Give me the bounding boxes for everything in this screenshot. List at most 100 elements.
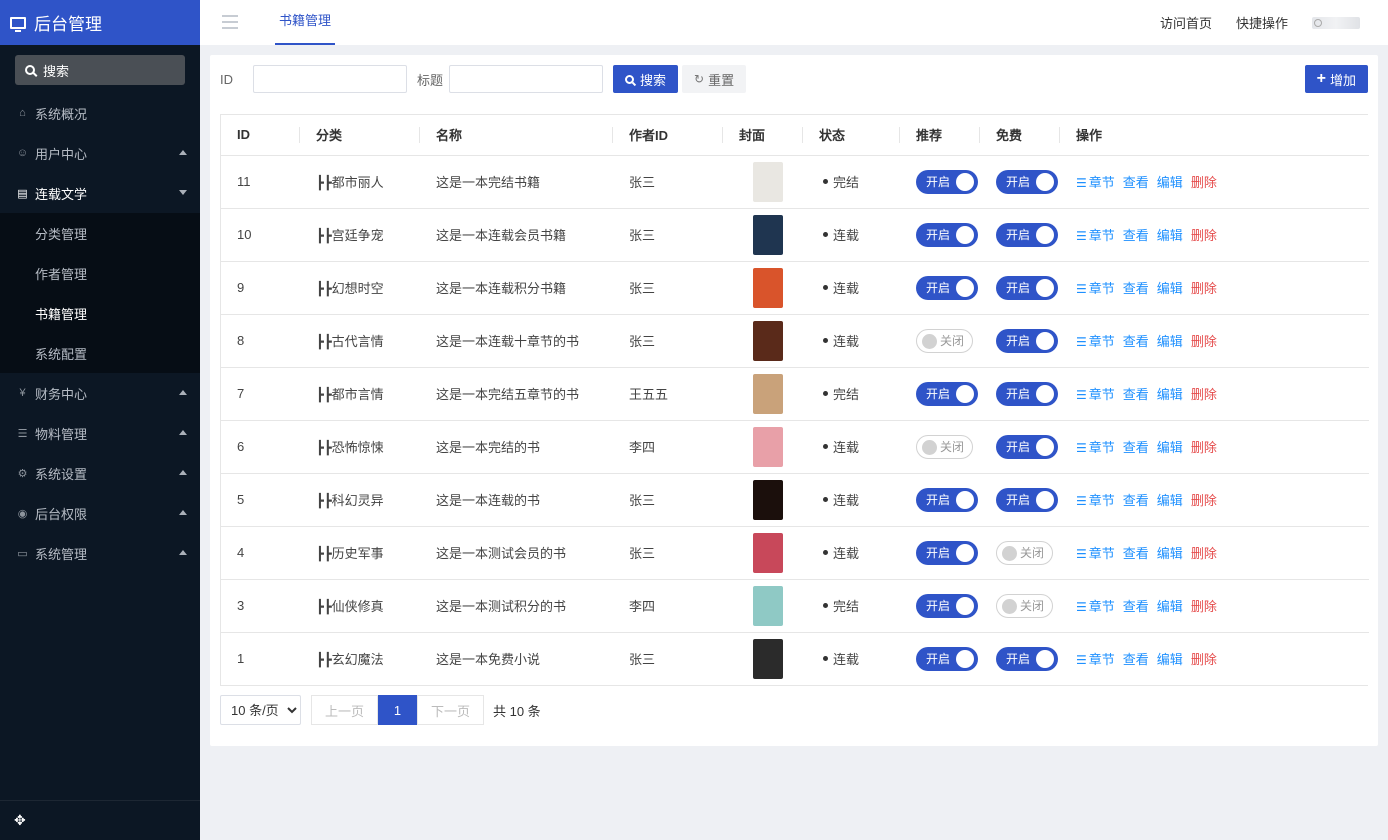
delete-link[interactable]: 删除 bbox=[1191, 546, 1217, 561]
prev-page-button[interactable]: 上一页 bbox=[311, 695, 378, 725]
recommend-switch[interactable]: 开启 bbox=[916, 222, 978, 247]
add-button[interactable]: + 增加 bbox=[1304, 65, 1368, 93]
recommend-switch[interactable]: 开启 bbox=[916, 540, 978, 565]
edit-link[interactable]: 编辑 bbox=[1157, 387, 1183, 402]
sidebar-item-serial-literature[interactable]: ▤ 连载文学 bbox=[0, 173, 200, 213]
book-cover-image[interactable] bbox=[753, 161, 783, 202]
view-link[interactable]: 查看 bbox=[1123, 387, 1149, 402]
chapter-link[interactable]: ☰ 章节 bbox=[1076, 334, 1115, 349]
chapter-link[interactable]: ☰ 章节 bbox=[1076, 387, 1115, 402]
book-cover-image[interactable] bbox=[753, 638, 783, 679]
recommend-switch[interactable]: 开启 bbox=[916, 275, 978, 300]
move-icon[interactable]: ✥ bbox=[14, 812, 26, 829]
book-cover-image[interactable] bbox=[753, 479, 783, 520]
sidebar-item-overview[interactable]: ⌂ 系统概况 bbox=[0, 93, 200, 133]
edit-link[interactable]: 编辑 bbox=[1157, 175, 1183, 190]
search-button[interactable]: 搜索 bbox=[613, 65, 679, 93]
view-link[interactable]: 查看 bbox=[1123, 334, 1149, 349]
page-number-button[interactable]: 1 bbox=[378, 695, 417, 725]
edit-link[interactable]: 编辑 bbox=[1157, 493, 1183, 508]
recommend-switch[interactable]: 开启 bbox=[916, 593, 978, 618]
book-cover-image[interactable] bbox=[753, 320, 783, 361]
book-cover-image[interactable] bbox=[753, 585, 783, 626]
free-switch[interactable]: 关闭 bbox=[996, 540, 1053, 565]
delete-link[interactable]: 删除 bbox=[1191, 228, 1217, 243]
column-header[interactable]: 操作 bbox=[1060, 115, 1369, 156]
delete-link[interactable]: 删除 bbox=[1191, 281, 1217, 296]
sidebar-item-user-center[interactable]: ☺ 用户中心 bbox=[0, 133, 200, 173]
book-cover-image[interactable] bbox=[753, 214, 783, 255]
sidebar-subitem-category[interactable]: 分类管理 bbox=[0, 213, 200, 253]
chapter-link[interactable]: ☰ 章节 bbox=[1076, 546, 1115, 561]
recommend-switch[interactable]: 开启 bbox=[916, 487, 978, 512]
column-header[interactable]: 名称 bbox=[420, 115, 613, 156]
sidebar-subitem-books[interactable]: 书籍管理 bbox=[0, 293, 200, 333]
sidebar-item-materials[interactable]: ☰ 物料管理 bbox=[0, 413, 200, 453]
column-header[interactable]: 状态 bbox=[803, 115, 900, 156]
free-switch[interactable]: 开启 bbox=[996, 275, 1058, 300]
view-link[interactable]: 查看 bbox=[1123, 599, 1149, 614]
free-switch[interactable]: 开启 bbox=[996, 328, 1058, 353]
column-header[interactable]: ID bbox=[221, 115, 300, 156]
edit-link[interactable]: 编辑 bbox=[1157, 546, 1183, 561]
tab-book-management[interactable]: 书籍管理 bbox=[275, 0, 336, 45]
page-size-select[interactable]: 10 条/页 bbox=[220, 695, 301, 725]
delete-link[interactable]: 删除 bbox=[1191, 175, 1217, 190]
chapter-link[interactable]: ☰ 章节 bbox=[1076, 493, 1115, 508]
column-header[interactable]: 作者ID bbox=[613, 115, 723, 156]
view-link[interactable]: 查看 bbox=[1123, 440, 1149, 455]
app-logo[interactable]: 后台管理 bbox=[0, 0, 200, 45]
delete-link[interactable]: 删除 bbox=[1191, 387, 1217, 402]
free-switch[interactable]: 开启 bbox=[996, 169, 1058, 194]
free-switch[interactable]: 开启 bbox=[996, 222, 1058, 247]
view-link[interactable]: 查看 bbox=[1123, 493, 1149, 508]
sidebar-search[interactable]: 搜索 bbox=[15, 55, 185, 85]
free-switch[interactable]: 开启 bbox=[996, 434, 1058, 459]
book-cover-image[interactable] bbox=[753, 426, 783, 467]
column-header[interactable]: 推荐 bbox=[900, 115, 980, 156]
sidebar-subitem-author[interactable]: 作者管理 bbox=[0, 253, 200, 293]
view-link[interactable]: 查看 bbox=[1123, 652, 1149, 667]
id-input[interactable] bbox=[253, 65, 407, 93]
chapter-link[interactable]: ☰ 章节 bbox=[1076, 175, 1115, 190]
visit-home-link[interactable]: 访问首页 bbox=[1160, 13, 1212, 32]
sidebar-item-permissions[interactable]: ◉ 后台权限 bbox=[0, 493, 200, 533]
reset-button[interactable]: ↻ 重置 bbox=[682, 65, 747, 93]
delete-link[interactable]: 删除 bbox=[1191, 652, 1217, 667]
chapter-link[interactable]: ☰ 章节 bbox=[1076, 599, 1115, 614]
user-menu[interactable] bbox=[1312, 16, 1360, 29]
column-header[interactable]: 免费 bbox=[980, 115, 1060, 156]
free-switch[interactable]: 关闭 bbox=[996, 593, 1053, 618]
quick-actions-link[interactable]: 快捷操作 bbox=[1236, 13, 1288, 32]
free-switch[interactable]: 开启 bbox=[996, 487, 1058, 512]
book-cover-image[interactable] bbox=[753, 373, 783, 414]
edit-link[interactable]: 编辑 bbox=[1157, 440, 1183, 455]
column-header[interactable]: 分类 bbox=[300, 115, 420, 156]
sidebar-subitem-config[interactable]: 系统配置 bbox=[0, 333, 200, 373]
free-switch[interactable]: 开启 bbox=[996, 381, 1058, 406]
delete-link[interactable]: 删除 bbox=[1191, 599, 1217, 614]
edit-link[interactable]: 编辑 bbox=[1157, 652, 1183, 667]
sidebar-item-settings[interactable]: ⚙ 系统设置 bbox=[0, 453, 200, 493]
sidebar-item-system[interactable]: ▭ 系统管理 bbox=[0, 533, 200, 573]
chapter-link[interactable]: ☰ 章节 bbox=[1076, 440, 1115, 455]
view-link[interactable]: 查看 bbox=[1123, 281, 1149, 296]
book-cover-image[interactable] bbox=[753, 267, 783, 308]
edit-link[interactable]: 编辑 bbox=[1157, 228, 1183, 243]
delete-link[interactable]: 删除 bbox=[1191, 440, 1217, 455]
free-switch[interactable]: 开启 bbox=[996, 646, 1058, 671]
recommend-switch[interactable]: 开启 bbox=[916, 646, 978, 671]
chapter-link[interactable]: ☰ 章节 bbox=[1076, 281, 1115, 296]
title-input[interactable] bbox=[449, 65, 604, 93]
edit-link[interactable]: 编辑 bbox=[1157, 281, 1183, 296]
recommend-switch[interactable]: 开启 bbox=[916, 169, 978, 194]
next-page-button[interactable]: 下一页 bbox=[417, 695, 484, 725]
book-cover-image[interactable] bbox=[753, 532, 783, 573]
view-link[interactable]: 查看 bbox=[1123, 228, 1149, 243]
edit-link[interactable]: 编辑 bbox=[1157, 334, 1183, 349]
edit-link[interactable]: 编辑 bbox=[1157, 599, 1183, 614]
column-header[interactable]: 封面 bbox=[723, 115, 803, 156]
sidebar-item-finance[interactable]: ¥ 财务中心 bbox=[0, 373, 200, 413]
view-link[interactable]: 查看 bbox=[1123, 175, 1149, 190]
menu-toggle-icon[interactable] bbox=[222, 15, 238, 33]
